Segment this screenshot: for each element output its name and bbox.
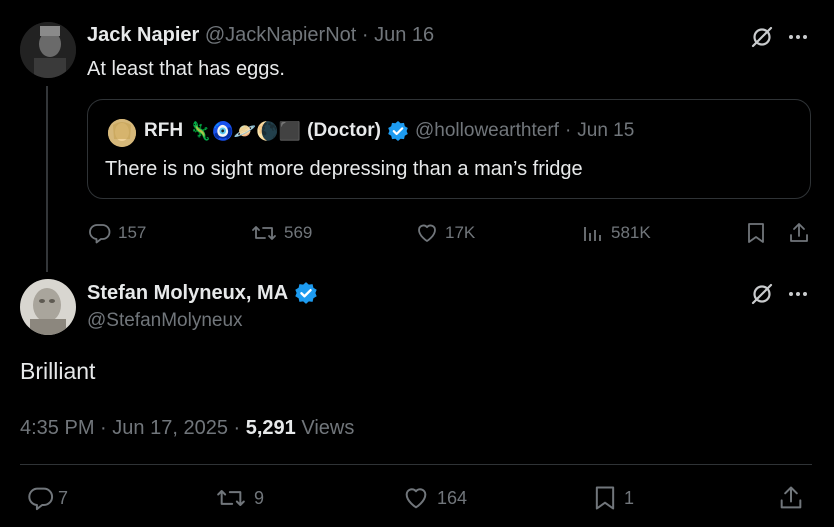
like-count: 17K bbox=[445, 223, 476, 242]
quote-date[interactable]: Jun 15 bbox=[577, 120, 634, 142]
repost-count: 569 bbox=[284, 223, 313, 242]
reply-icon bbox=[89, 224, 111, 244]
divider bbox=[20, 464, 812, 465]
heart-icon bbox=[405, 488, 427, 509]
tweet-meta: 4:35 PM · Jun 17, 2025 · 5,291 Views bbox=[20, 417, 354, 440]
views-count[interactable]: 5,291 bbox=[246, 417, 296, 439]
grok-icon[interactable] bbox=[750, 25, 774, 49]
reply-icon bbox=[28, 487, 53, 511]
stefan-molyneux-avatar[interactable] bbox=[20, 279, 76, 335]
views-button[interactable]: 581K bbox=[581, 221, 651, 245]
heart-icon bbox=[418, 224, 436, 242]
rfh-avatar bbox=[108, 119, 136, 147]
main-author-name[interactable]: Stefan Molyneux, MA bbox=[87, 282, 288, 305]
quote-author-name[interactable]: RFH bbox=[144, 120, 183, 142]
share-button[interactable] bbox=[778, 484, 804, 512]
like-count: 164 bbox=[437, 487, 468, 508]
quote-tweet-card[interactable]: RFH 🦎🧿🪐🌘⬛ (Doctor) @hollowearthterf · Ju… bbox=[87, 99, 811, 199]
like-button[interactable]: 164 bbox=[401, 484, 467, 512]
bookmark-icon bbox=[595, 486, 615, 510]
repost-button[interactable]: 9 bbox=[214, 484, 264, 512]
quote-header: RFH 🦎🧿🪐🌘⬛ (Doctor) @hollowearthterf · Ju… bbox=[144, 120, 634, 142]
jack-napier-avatar[interactable] bbox=[20, 22, 76, 78]
separator: · bbox=[361, 24, 369, 46]
more-options-icon[interactable] bbox=[787, 284, 809, 304]
share-icon bbox=[790, 223, 808, 242]
reply-count: 157 bbox=[118, 223, 147, 242]
main-tweet-text: Brilliant bbox=[20, 358, 96, 384]
separator: · bbox=[233, 417, 241, 439]
main-author-handle[interactable]: @StefanMolyneux bbox=[87, 310, 243, 332]
tweet-date[interactable]: Jun 16 bbox=[374, 24, 434, 46]
bookmark-icon bbox=[748, 223, 764, 243]
views-count: 581K bbox=[611, 223, 651, 242]
verified-badge-icon bbox=[294, 281, 318, 305]
views-chart-icon bbox=[584, 227, 601, 241]
repost-icon bbox=[252, 226, 276, 240]
bookmark-count: 1 bbox=[624, 487, 635, 508]
tweet-time[interactable]: 4:35 PM bbox=[20, 417, 94, 439]
main-author-name-row: Stefan Molyneux, MA bbox=[87, 281, 318, 305]
repost-button[interactable]: 569 bbox=[250, 221, 312, 245]
repost-icon bbox=[217, 490, 245, 506]
like-button[interactable]: 17K bbox=[415, 221, 475, 245]
author-name[interactable]: Jack Napier bbox=[87, 24, 199, 46]
more-options-icon[interactable] bbox=[787, 27, 809, 47]
reply-button[interactable]: 7 bbox=[26, 484, 68, 512]
emoji-string: 🦎🧿🪐🌘⬛ bbox=[189, 120, 302, 141]
bookmark-button[interactable] bbox=[745, 221, 767, 245]
repost-count: 9 bbox=[254, 487, 265, 508]
quote-text: There is no sight more depressing than a… bbox=[105, 158, 583, 180]
grok-icon[interactable] bbox=[750, 282, 774, 306]
tweet-date[interactable]: Jun 17, 2025 bbox=[112, 417, 228, 439]
verified-badge-icon bbox=[387, 120, 409, 142]
separator: · bbox=[100, 417, 107, 439]
reply-button[interactable]: 157 bbox=[88, 221, 146, 245]
reply-count: 7 bbox=[58, 487, 69, 508]
bookmark-button[interactable]: 1 bbox=[592, 484, 634, 512]
author-handle[interactable]: @JackNapierNot bbox=[205, 24, 356, 46]
separator: · bbox=[564, 120, 572, 141]
parent-tweet-header: Jack Napier @JackNapierNot · Jun 16 bbox=[87, 24, 434, 47]
views-label: Views bbox=[301, 417, 355, 439]
share-icon bbox=[780, 486, 802, 509]
parent-tweet-text: At least that has eggs. bbox=[87, 58, 285, 80]
share-button[interactable] bbox=[788, 221, 810, 245]
quote-author-suffix[interactable]: (Doctor) bbox=[307, 120, 381, 142]
thread-line bbox=[46, 86, 48, 272]
quote-handle[interactable]: @hollowearthterf bbox=[415, 120, 559, 142]
